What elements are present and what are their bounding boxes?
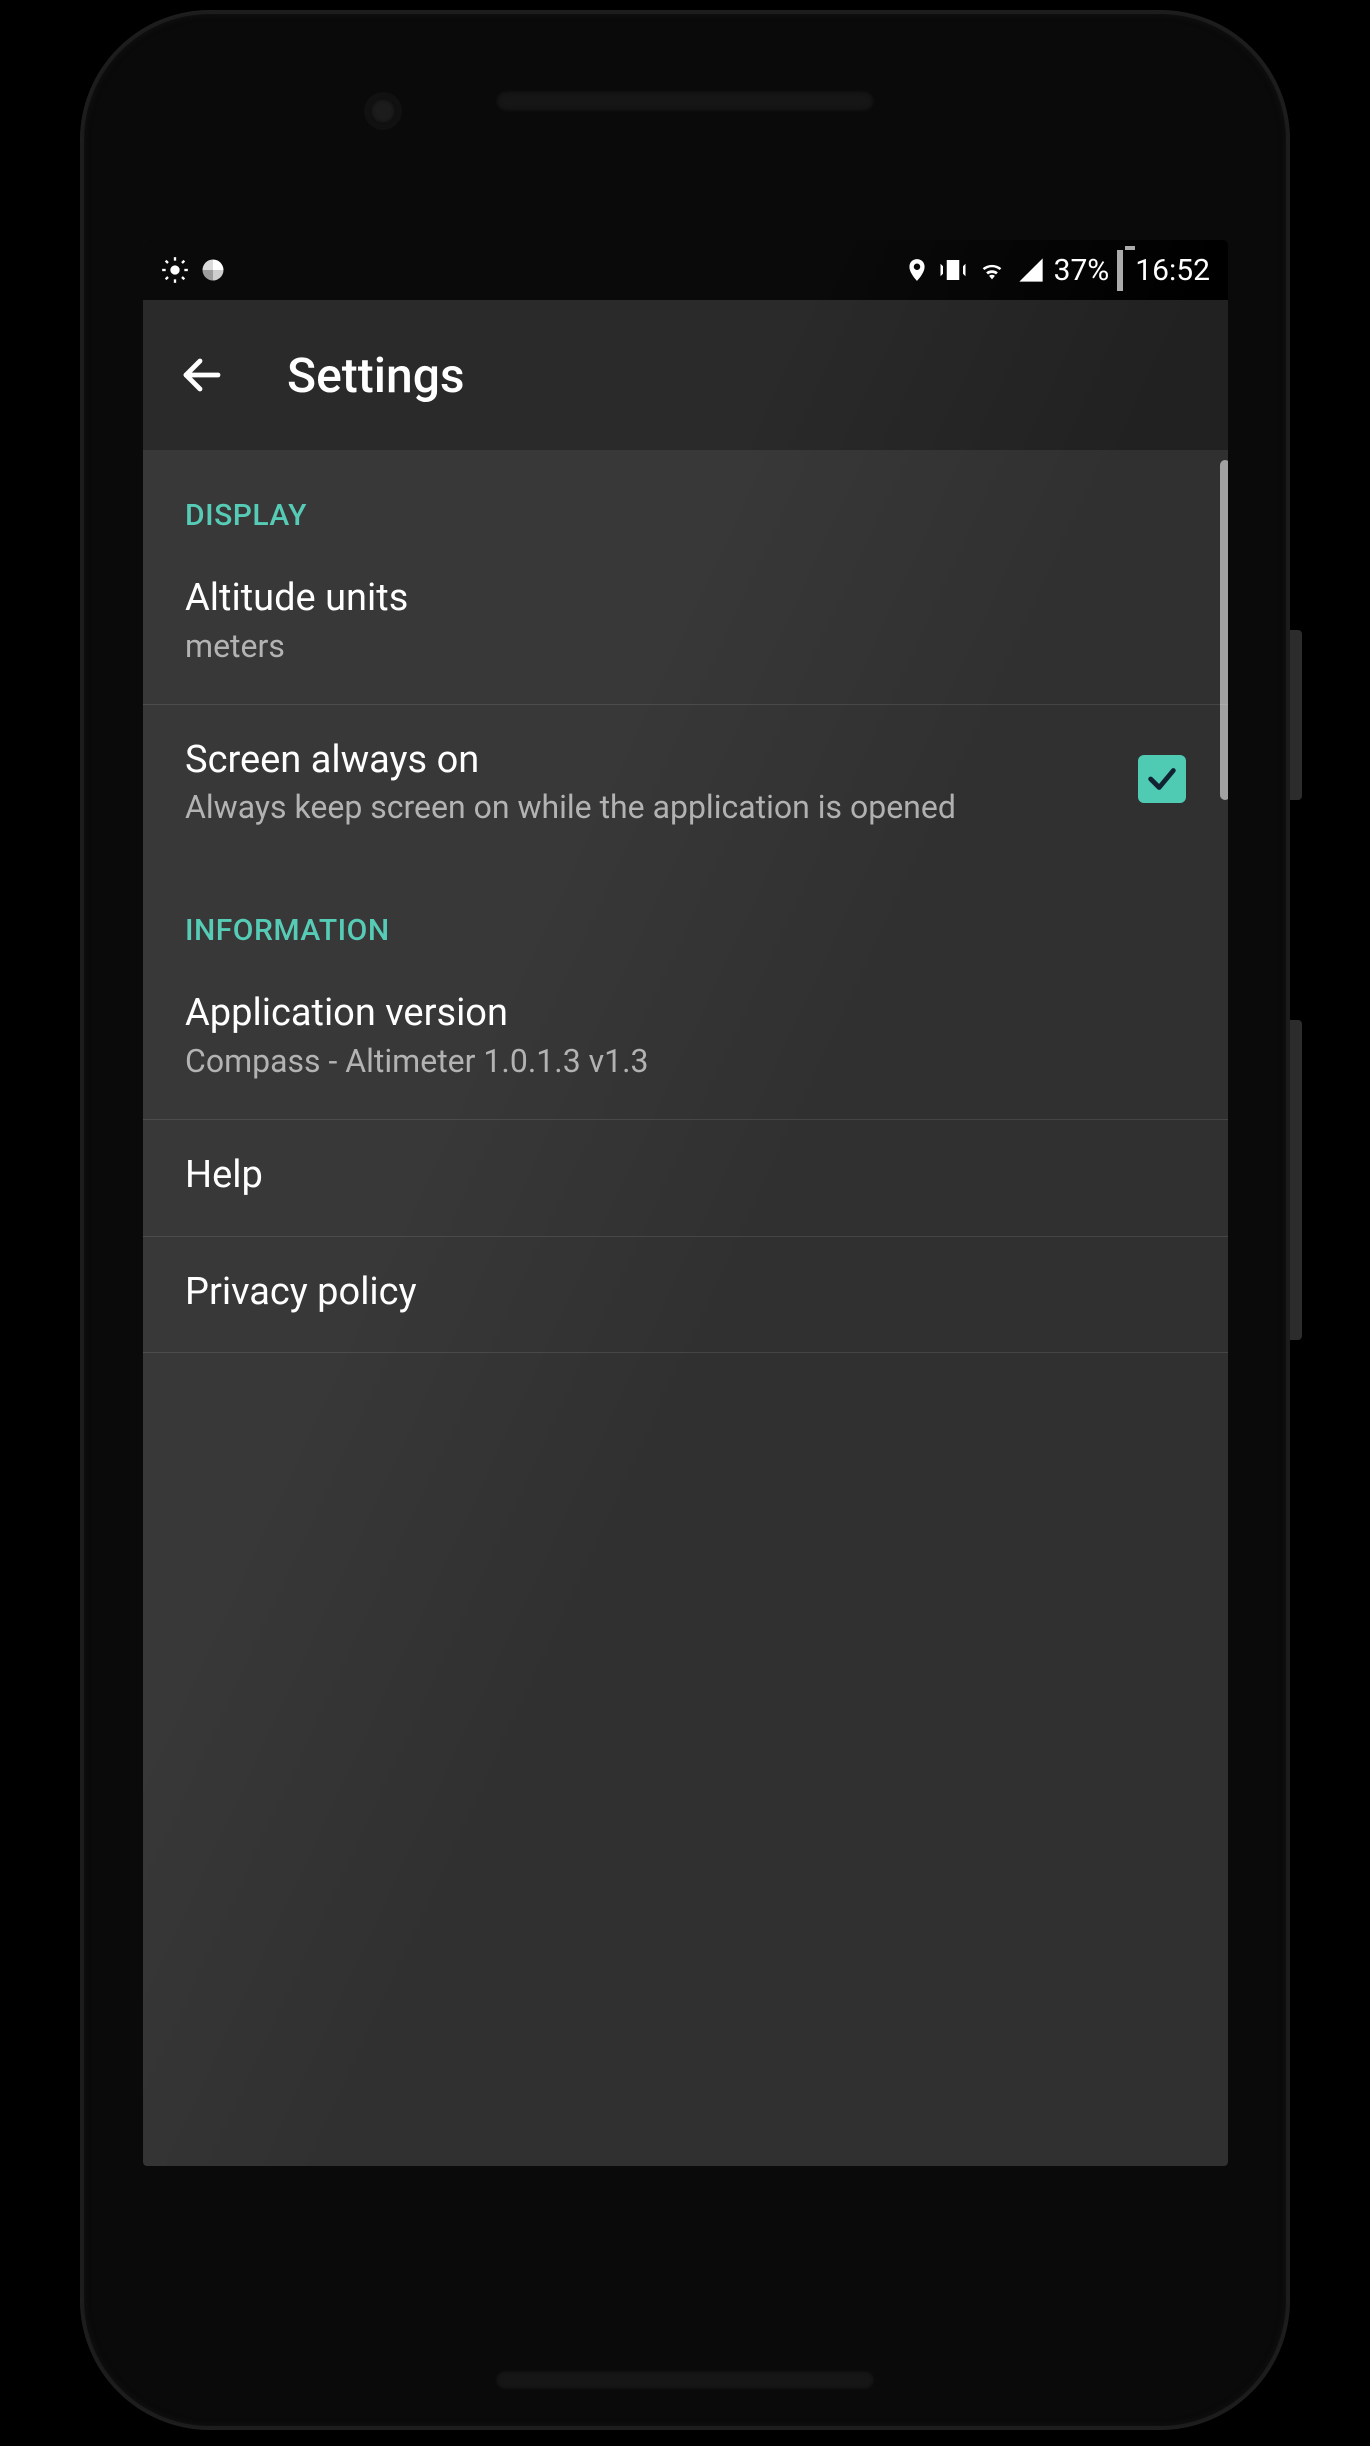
earpiece-speaker <box>495 90 875 112</box>
front-camera <box>370 98 396 124</box>
checkmark-icon <box>1145 762 1179 796</box>
row-privacy-policy[interactable]: Privacy policy <box>143 1237 1228 1354</box>
row-title: Application version <box>185 990 1186 1038</box>
row-title: Altitude units <box>185 575 1186 623</box>
row-title: Help <box>185 1152 1186 1200</box>
section-information-label: INFORMATION <box>143 865 1228 958</box>
battery-percentage: 37% <box>1054 253 1110 288</box>
row-help[interactable]: Help <box>143 1120 1228 1237</box>
status-bar: 37% 16:52 <box>143 240 1228 300</box>
row-altitude-units[interactable]: Altitude units meters <box>143 543 1228 705</box>
row-subtitle: Always keep screen on while the applicat… <box>185 786 1098 829</box>
back-button[interactable] <box>177 350 227 400</box>
vibrate-icon <box>938 255 968 285</box>
row-screen-always-on[interactable]: Screen always on Always keep screen on w… <box>143 705 1228 866</box>
row-title: Privacy policy <box>185 1269 1186 1317</box>
bottom-speaker <box>495 2370 875 2390</box>
pinwheel-icon <box>199 256 227 284</box>
scrollbar-thumb[interactable] <box>1220 460 1228 800</box>
phone-side-button-1 <box>1290 630 1302 800</box>
clock-time: 16:52 <box>1135 253 1210 288</box>
row-subtitle: Compass - Altimeter 1.0.1.3 v1.3 <box>185 1040 1186 1083</box>
page-title: Settings <box>287 347 465 404</box>
row-title: Screen always on <box>185 737 1098 785</box>
phone-frame: 37% 16:52 Settings DISPLAY <box>80 10 1290 2430</box>
section-display-label: DISPLAY <box>143 450 1228 543</box>
screen-on-checkbox[interactable] <box>1138 755 1186 803</box>
row-subtitle: meters <box>185 625 1186 668</box>
appbar: Settings <box>143 300 1228 450</box>
cell-signal-icon <box>1016 256 1046 284</box>
battery-icon <box>1117 253 1123 288</box>
screen: 37% 16:52 Settings DISPLAY <box>143 240 1228 2166</box>
row-app-version[interactable]: Application version Compass - Altimeter … <box>143 958 1228 1120</box>
arrow-left-icon <box>178 351 226 399</box>
phone-side-button-2 <box>1290 1020 1302 1340</box>
wifi-icon <box>976 256 1008 284</box>
brightness-icon <box>161 256 189 284</box>
location-icon <box>904 255 930 285</box>
settings-list: DISPLAY Altitude units meters Screen alw… <box>143 450 1228 1353</box>
